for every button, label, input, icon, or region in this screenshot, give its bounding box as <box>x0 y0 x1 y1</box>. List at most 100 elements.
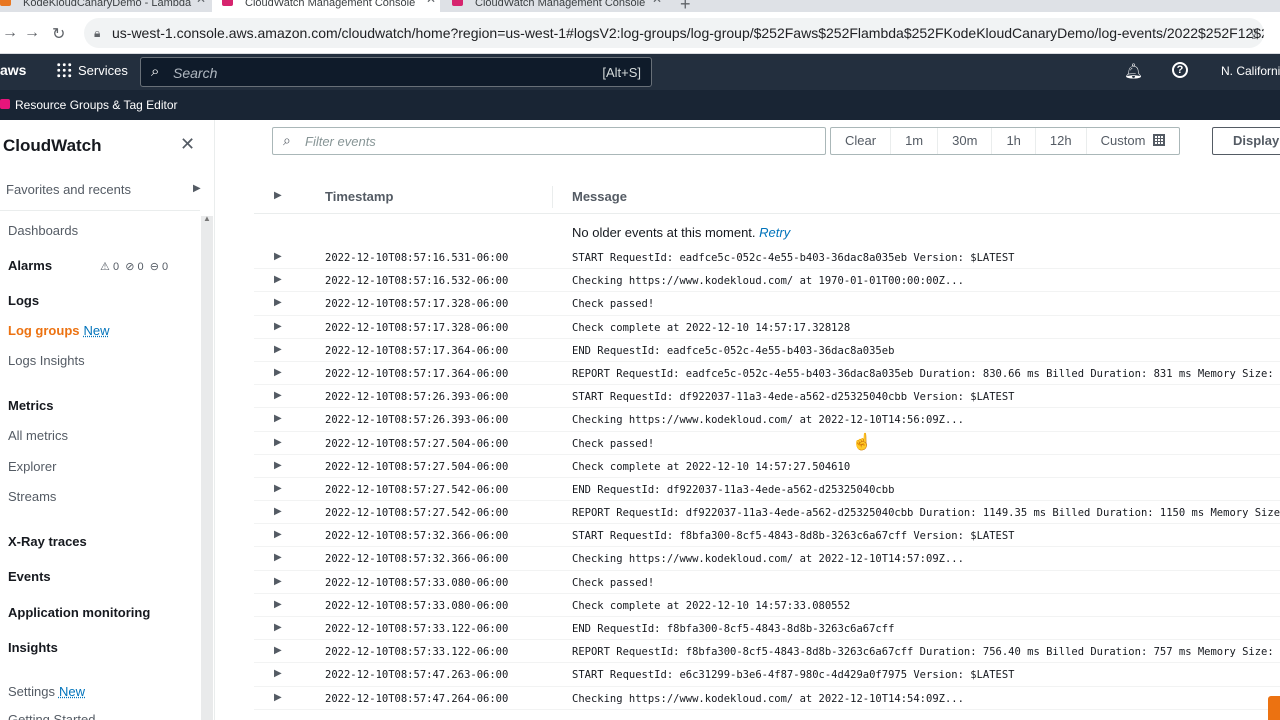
table-row[interactable]: ▶ 2022-12-10T08:57:26.393-06:00 START Requ… <box>254 385 1280 409</box>
table-row[interactable]: ▶ 2022-12-10T08:57:17.364-06:00 END Reques… <box>254 339 1280 362</box>
expand-row-icon[interactable]: ▶ <box>274 622 282 633</box>
column-header-timestamp[interactable]: Timestamp <box>325 189 393 204</box>
sidebar-item-insights[interactable]: Insights <box>8 640 58 655</box>
sidebar-item-alarms[interactable]: Alarms <box>8 258 52 273</box>
sidebar-item-getting-started[interactable]: Getting Started <box>8 712 95 720</box>
close-tab-icon[interactable]: ✕ <box>426 0 436 5</box>
time-1h-button[interactable]: 1h <box>992 128 1036 154</box>
table-row[interactable]: ▶ 2022-12-10T08:57:33.122-06:00 END Reques… <box>254 617 1280 641</box>
feedback-tab[interactable] <box>1268 696 1280 720</box>
expand-row-icon[interactable]: ▶ <box>274 390 282 401</box>
browser-tab-cloudwatch-active[interactable]: CloudWatch Management Console ✕ <box>212 0 440 12</box>
table-row[interactable]: ▶ 2022-12-10T08:57:27.542-06:00 END Reques… <box>254 478 1280 502</box>
expand-row-icon[interactable]: ▶ <box>274 344 282 355</box>
expand-row-icon[interactable]: ▶ <box>274 321 282 332</box>
expand-row-icon[interactable]: ▶ <box>274 460 282 471</box>
aws-logo[interactable]: aws <box>0 62 26 78</box>
column-divider[interactable] <box>552 186 553 208</box>
expand-row-icon[interactable]: ▶ <box>274 251 282 262</box>
table-row[interactable]: ▶ 2022-12-10T08:57:16.531-06:00 START Requ… <box>254 246 1280 270</box>
share-icon[interactable]: ⇪ <box>1248 26 1260 43</box>
services-menu-button[interactable]: Services <box>56 62 128 78</box>
favorites-and-recents[interactable]: Favorites and recents <box>6 182 131 197</box>
table-header: ▶ Timestamp Message <box>254 180 1280 214</box>
table-row[interactable]: ▶ 2022-12-10T08:57:32.366-06:00 START Requ… <box>254 524 1280 548</box>
row-timestamp: 2022-12-10T08:57:33.080-06:00 <box>325 599 509 612</box>
filter-events-input[interactable]: ⌕ Filter events <box>272 127 826 155</box>
row-message: END RequestId: eadfce5c-052c-4e55-b403-3… <box>572 344 895 357</box>
reload-icon[interactable]: ↻ <box>52 24 65 44</box>
expand-row-icon[interactable]: ▶ <box>274 668 282 679</box>
table-row[interactable]: ▶ 2022-12-10T08:57:33.122-06:00 REPORT Req… <box>254 640 1280 664</box>
expand-row-icon[interactable]: ▶ <box>274 576 282 587</box>
sidebar-item-logs[interactable]: Logs <box>8 293 39 308</box>
time-1m-button[interactable]: 1m <box>891 128 939 154</box>
table-row[interactable]: ▶ 2022-12-10T08:57:17.328-06:00 Check comp… <box>254 316 1280 339</box>
back-arrow-icon[interactable]: → <box>2 24 18 42</box>
caret-right-icon[interactable]: ▶ <box>193 183 201 194</box>
resource-groups-link[interactable]: Resource Groups & Tag Editor <box>15 98 178 112</box>
expand-row-icon[interactable]: ▶ <box>274 437 282 448</box>
clear-button[interactable]: Clear <box>831 128 892 154</box>
table-row[interactable]: ▶ 2022-12-10T08:57:27.504-06:00 Check comp… <box>254 455 1280 478</box>
bell-icon[interactable]: 🔔︎ <box>1124 62 1143 80</box>
table-row[interactable]: ▶ 2022-12-10T08:57:32.366-06:00 Checking h… <box>254 547 1280 571</box>
expand-row-icon[interactable]: ▶ <box>274 599 282 610</box>
sidebar-item-streams[interactable]: Streams <box>8 489 56 504</box>
sidebar-scrollbar[interactable]: ▲ <box>201 214 213 720</box>
sidebar-item-logs-insights[interactable]: Logs Insights <box>8 353 85 368</box>
table-row[interactable]: ▶ 2022-12-10T08:57:17.364-06:00 REPORT Req… <box>254 362 1280 386</box>
sidebar-title: CloudWatch <box>3 136 102 155</box>
help-icon[interactable]: ? <box>1172 62 1188 78</box>
sidebar-item-explorer[interactable]: Explorer <box>8 459 56 474</box>
expand-row-icon[interactable]: ▶ <box>274 645 282 656</box>
close-icon[interactable]: ✕ <box>180 134 195 155</box>
expand-row-icon[interactable]: ▶ <box>274 552 282 563</box>
display-button[interactable]: Display <box>1212 127 1280 155</box>
expand-row-icon[interactable]: ▶ <box>274 483 282 494</box>
retry-link[interactable]: Retry <box>759 225 790 240</box>
expand-row-icon[interactable]: ▶ <box>274 692 282 703</box>
forward-arrow-icon[interactable]: → <box>24 24 40 42</box>
expand-row-icon[interactable]: ▶ <box>274 506 282 517</box>
sidebar-item-events[interactable]: Events <box>8 569 51 584</box>
table-row[interactable]: ▶ 2022-12-10T08:57:27.504-06:00 Check pass… <box>254 432 1280 455</box>
sidebar-item-metrics[interactable]: Metrics <box>8 398 54 413</box>
expand-row-icon[interactable]: ▶ <box>274 274 282 285</box>
custom-time-button[interactable]: Custom <box>1087 128 1180 154</box>
url-field[interactable]: 🔒︎ us-west-1.console.aws.amazon.com/clou… <box>84 18 1264 48</box>
sidebar-item-all-metrics[interactable]: All metrics <box>8 428 68 443</box>
sidebar-divider <box>0 210 200 211</box>
browser-tab-cloudwatch[interactable]: CloudWatch Management Console ✕ <box>444 0 666 12</box>
expand-row-icon[interactable]: ▶ <box>274 529 282 540</box>
expand-all-icon[interactable]: ▶ <box>274 190 282 201</box>
sidebar-item-xray-traces[interactable]: X-Ray traces <box>8 534 87 549</box>
close-tab-icon[interactable]: ✕ <box>652 0 662 5</box>
table-row[interactable]: ▶ 2022-12-10T08:57:47.264-06:00 Checking h… <box>254 687 1280 710</box>
expand-row-icon[interactable]: ▶ <box>274 297 282 308</box>
time-30m-button[interactable]: 30m <box>938 128 993 154</box>
aws-search-input[interactable]: ⌕ Search [Alt+S] <box>140 57 652 87</box>
table-row[interactable]: ▶ 2022-12-10T08:57:16.532-06:00 Checking h… <box>254 269 1280 293</box>
table-row[interactable]: ▶ 2022-12-10T08:57:47.263-06:00 START Requ… <box>254 663 1280 687</box>
alarm-status-counts[interactable]: ⚠ 0 ⊘ 0 ⊖ 0 <box>100 260 168 273</box>
expand-row-icon[interactable]: ▶ <box>274 413 282 424</box>
table-row[interactable]: ▶ 2022-12-10T08:57:27.542-06:00 REPORT Req… <box>254 501 1280 525</box>
row-timestamp: 2022-12-10T08:57:17.328-06:00 <box>325 321 509 334</box>
table-row[interactable]: ▶ 2022-12-10T08:57:26.393-06:00 Checking h… <box>254 408 1280 432</box>
sidebar-item-settings[interactable]: Settings New <box>8 684 85 699</box>
region-selector[interactable]: N. California <box>1221 64 1280 78</box>
browser-tab-lambda[interactable]: KodeKloudCanaryDemo - Lambda ✕ <box>0 0 210 12</box>
sidebar-item-log-groups[interactable]: Log groups New <box>8 323 110 338</box>
minus-circle-icon: ⊖ <box>149 261 159 273</box>
column-header-message[interactable]: Message <box>572 189 627 204</box>
sidebar-item-dashboards[interactable]: Dashboards <box>8 223 78 238</box>
table-row[interactable]: ▶ 2022-12-10T08:57:17.328-06:00 Check pass… <box>254 292 1280 316</box>
expand-row-icon[interactable]: ▶ <box>274 367 282 378</box>
sidebar-item-application-monitoring[interactable]: Application monitoring <box>8 605 150 620</box>
close-tab-icon[interactable]: ✕ <box>196 0 206 5</box>
table-row[interactable]: ▶ 2022-12-10T08:57:33.080-06:00 Check pass… <box>254 571 1280 594</box>
table-row[interactable]: ▶ 2022-12-10T08:57:33.080-06:00 Check comp… <box>254 594 1280 617</box>
scroll-up-icon[interactable]: ▲ <box>203 214 211 223</box>
time-12h-button[interactable]: 12h <box>1036 128 1087 154</box>
